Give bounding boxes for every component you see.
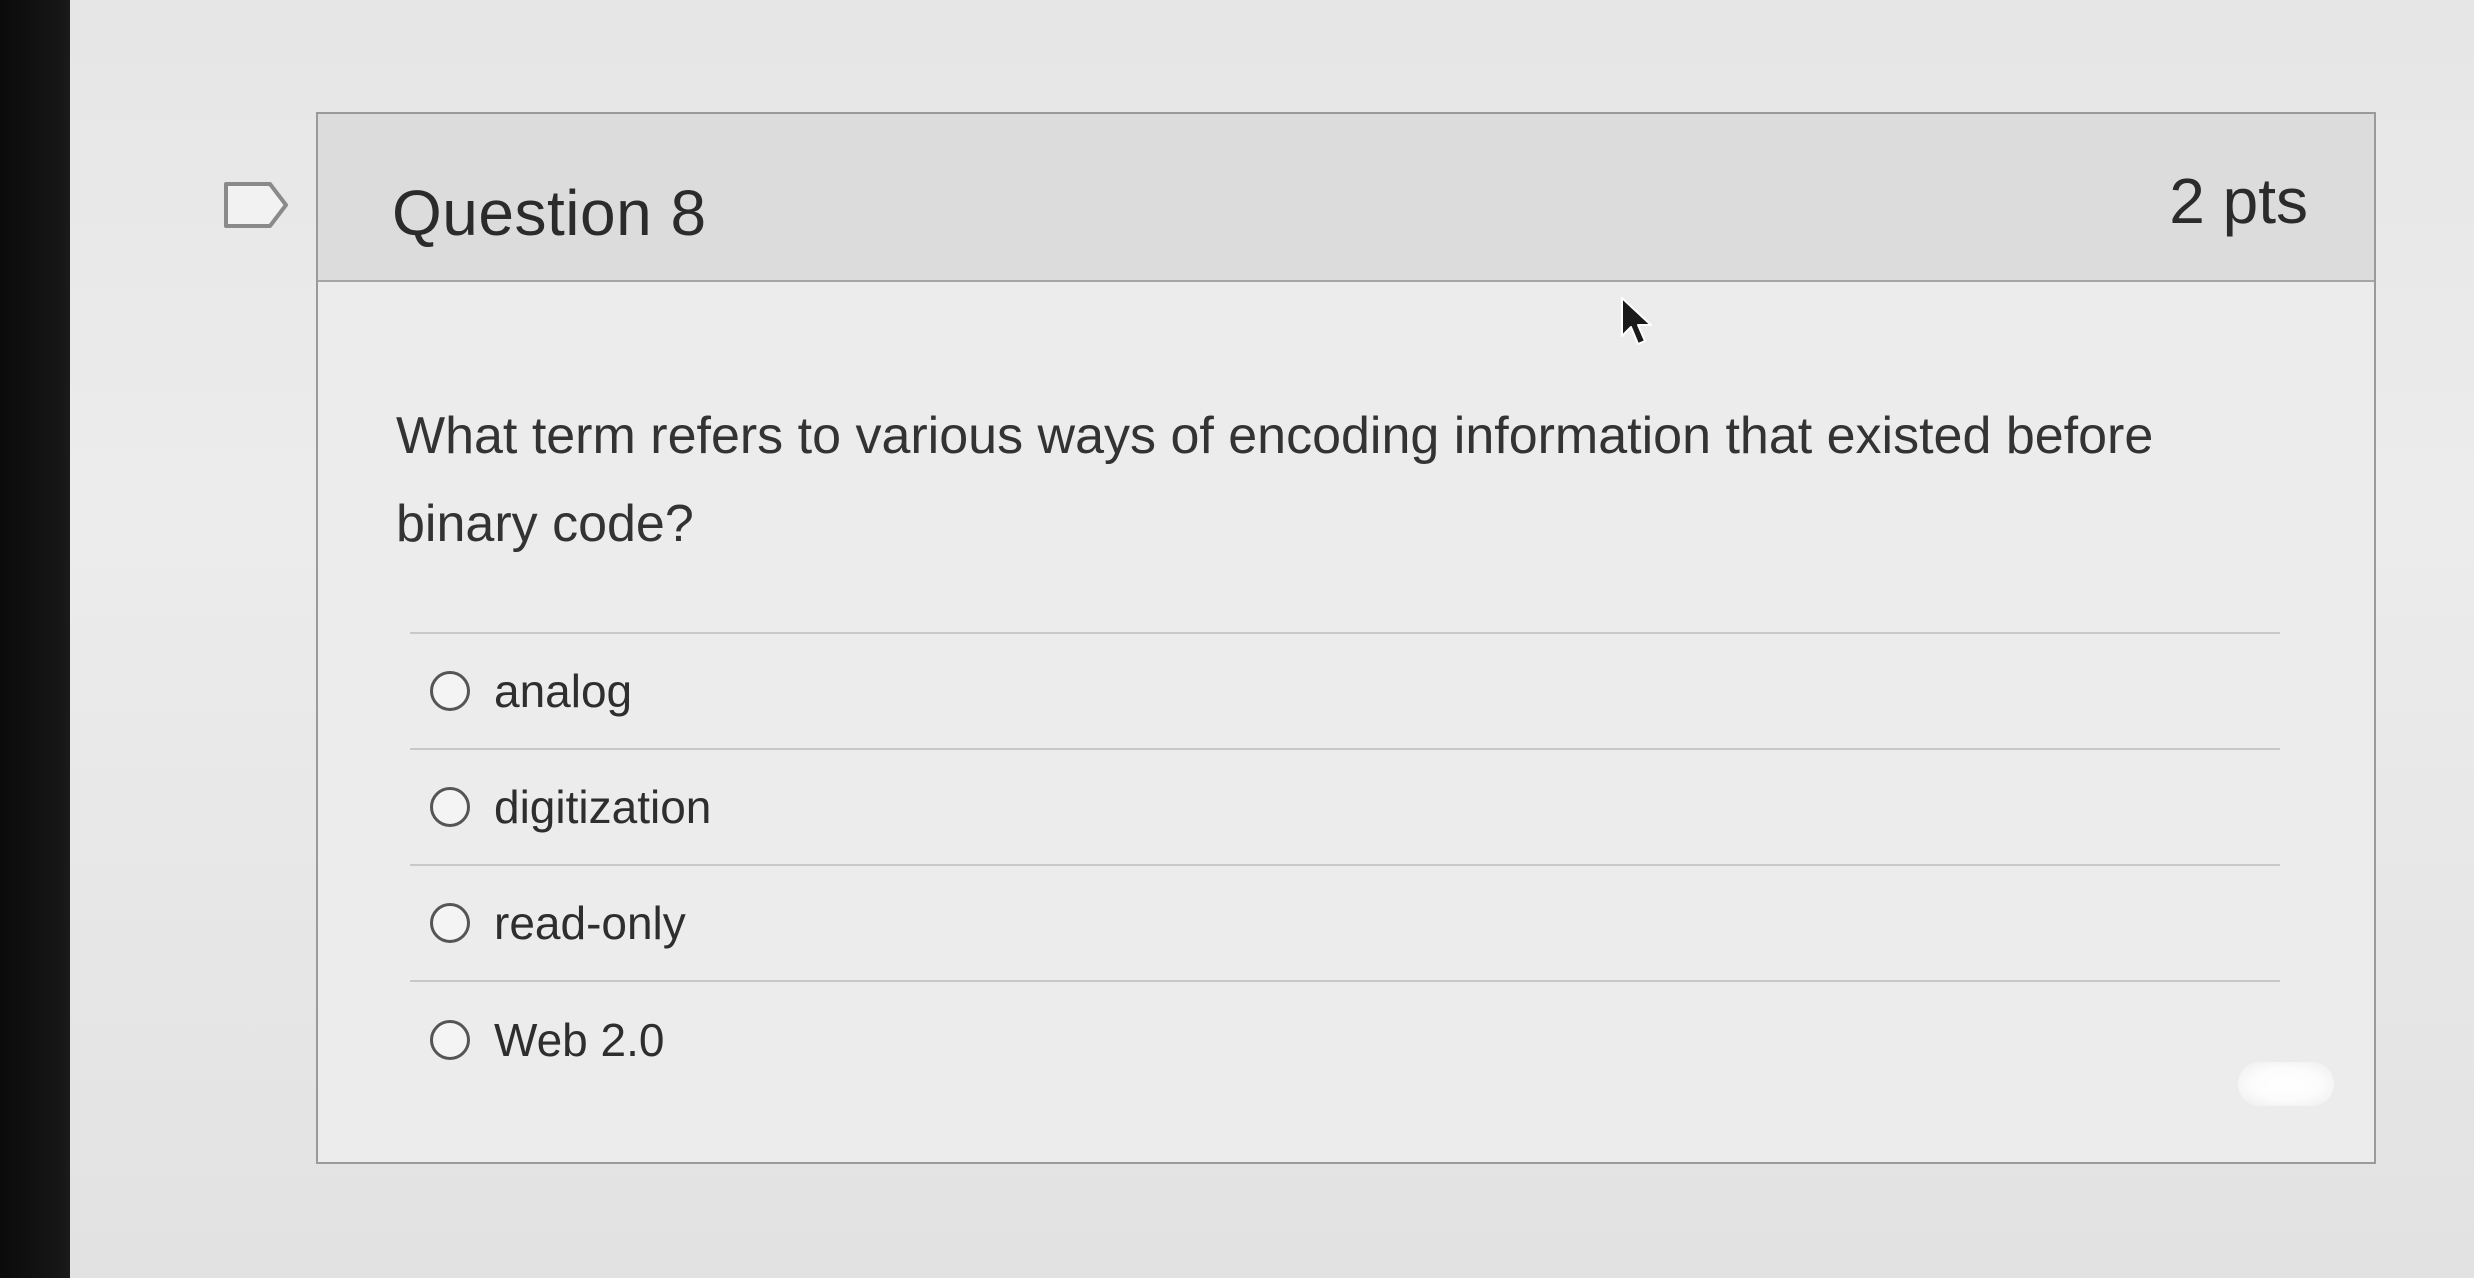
bookmark-flag-icon[interactable] [222, 180, 292, 230]
question-title: Question 8 [392, 177, 707, 249]
screen: Question 8 2 pts What term refers to var… [70, 0, 2474, 1278]
question-text: What term refers to various ways of enco… [396, 407, 2154, 553]
radio-button-icon[interactable] [430, 671, 470, 711]
answer-option-web-2-0[interactable]: Web 2.0 [410, 982, 2280, 1098]
answer-label: digitization [494, 781, 712, 833]
answer-label: Web 2.0 [494, 1014, 665, 1066]
answer-option-digitization[interactable]: digitization [410, 750, 2280, 866]
radio-button-icon[interactable] [430, 787, 470, 827]
question-header: Question 8 2 pts [318, 114, 2374, 282]
answer-list: analog digitization read-only Web 2.0 [410, 632, 2280, 1098]
radio-button-icon[interactable] [430, 1020, 470, 1060]
mouse-pointer-icon [1621, 297, 1652, 345]
answer-option-read-only[interactable]: read-only [410, 866, 2280, 982]
answer-label: analog [494, 665, 633, 717]
question-points: 2 pts [2169, 165, 2308, 237]
screen-glare [2238, 1062, 2334, 1106]
answer-label: read-only [494, 897, 686, 949]
question-card: Question 8 2 pts What term refers to var… [316, 112, 2376, 1164]
answer-option-analog[interactable]: analog [410, 634, 2280, 750]
radio-button-icon[interactable] [430, 903, 470, 943]
